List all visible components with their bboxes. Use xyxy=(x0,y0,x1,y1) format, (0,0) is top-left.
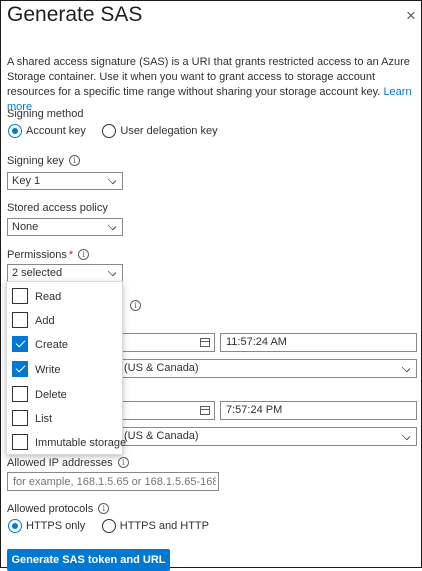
signing-method-group: Account key User delegation key xyxy=(8,122,226,140)
permissions-label: Permissions * i xyxy=(7,249,90,261)
stored-policy-label: Stored access policy xyxy=(7,202,108,214)
description-text: A shared access signature (SAS) is a URI… xyxy=(7,56,410,98)
start-timezone-value: (US & Canada) xyxy=(124,362,199,374)
checkbox-write[interactable] xyxy=(12,361,28,377)
radio-account-key[interactable] xyxy=(8,123,22,138)
permission-label: List xyxy=(35,413,53,425)
signing-key-label: Signing key i xyxy=(7,155,80,167)
panel-title: Generate SAS xyxy=(7,3,143,26)
permissions-menu: Read Add Create Write Delete List Immuta… xyxy=(6,281,127,455)
start-date-field[interactable] xyxy=(119,333,215,352)
checkbox-create[interactable] xyxy=(12,336,28,352)
start-time-field[interactable]: 11:57:24 AM xyxy=(220,333,417,352)
info-icon[interactable]: i xyxy=(68,155,80,166)
expiry-date-field[interactable] xyxy=(119,401,215,420)
expiry-timezone-dropdown[interactable]: (US & Canada) xyxy=(119,427,417,446)
description: A shared access signature (SAS) is a URI… xyxy=(7,55,417,115)
chevron-down-icon xyxy=(107,267,117,277)
stored-policy-dropdown[interactable]: None xyxy=(7,218,123,236)
ip-label-text: Allowed IP addresses xyxy=(7,457,113,469)
required-marker: * xyxy=(68,249,74,261)
checkbox-read[interactable] xyxy=(12,288,28,304)
checkbox-immutable-storage[interactable] xyxy=(12,434,28,450)
permission-label: Create xyxy=(35,339,69,351)
chevron-down-icon xyxy=(107,221,117,231)
info-icon[interactable]: i xyxy=(130,300,141,311)
radio-user-delegation-key-label: User delegation key xyxy=(120,124,218,137)
signing-key-dropdown[interactable]: Key 1 xyxy=(7,172,123,190)
radio-user-delegation-key[interactable] xyxy=(102,123,117,138)
protocols-label-text: Allowed protocols xyxy=(7,503,94,515)
info-icon[interactable]: i xyxy=(98,503,110,514)
radio-account-key-label: Account key xyxy=(26,124,86,137)
checkbox-delete[interactable] xyxy=(12,386,28,402)
signing-key-value: Key 1 xyxy=(12,175,41,187)
chevron-down-icon xyxy=(401,431,411,441)
permissions-dropdown[interactable]: 2 selected xyxy=(7,264,123,282)
protocols-label: Allowed protocols i xyxy=(7,503,110,515)
signing-key-label-text: Signing key xyxy=(7,155,64,167)
protocols-group: HTTPS only HTTPS and HTTP xyxy=(8,517,217,535)
permission-label: Read xyxy=(35,291,62,303)
start-info: i xyxy=(125,296,141,314)
expiry-time-value: 7:57:24 PM xyxy=(226,404,283,416)
permissions-value: 2 selected xyxy=(12,267,63,279)
expiry-timezone-value: (US & Canada) xyxy=(124,430,199,442)
radio-https-only-label: HTTPS only xyxy=(26,519,86,532)
radio-https-and-http-label: HTTPS and HTTP xyxy=(119,519,209,532)
radio-https-and-http[interactable] xyxy=(101,518,116,533)
ip-label: Allowed IP addresses i xyxy=(7,457,129,469)
permission-label: Add xyxy=(35,315,55,327)
close-icon[interactable]: × xyxy=(406,6,416,26)
info-icon[interactable]: i xyxy=(78,249,90,260)
info-icon[interactable]: i xyxy=(117,457,129,468)
chevron-down-icon xyxy=(107,175,117,185)
checkbox-add[interactable] xyxy=(12,312,28,328)
ip-input[interactable] xyxy=(7,472,219,491)
permission-label: Immutable storage xyxy=(35,437,127,449)
start-time-value: 11:57:24 AM xyxy=(226,336,287,348)
chevron-down-icon xyxy=(401,363,411,373)
start-timezone-dropdown[interactable]: (US & Canada) xyxy=(119,359,417,378)
radio-https-only[interactable] xyxy=(8,518,22,533)
permission-label: Delete xyxy=(35,389,67,401)
calendar-icon[interactable] xyxy=(200,338,210,347)
stored-policy-value: None xyxy=(12,221,39,233)
checkbox-list[interactable] xyxy=(12,410,28,426)
permission-label: Write xyxy=(35,364,61,376)
signing-method-label: Signing method xyxy=(7,108,84,120)
expiry-time-field[interactable]: 7:57:24 PM xyxy=(220,401,417,420)
permissions-label-text: Permissions xyxy=(7,249,67,261)
calendar-icon[interactable] xyxy=(200,406,210,415)
